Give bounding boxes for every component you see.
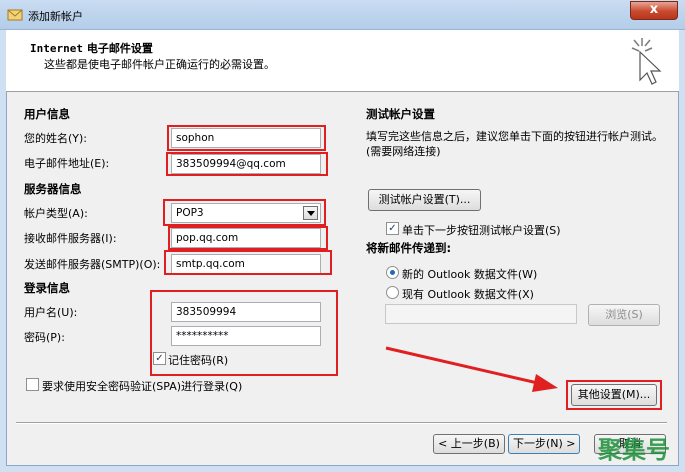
server-info-heading: 服务器信息 xyxy=(24,182,82,196)
footer-divider xyxy=(16,422,667,424)
email-highlight xyxy=(166,152,328,176)
more-settings-highlight xyxy=(566,380,662,410)
cursor-sparkle-icon xyxy=(626,36,666,86)
name-label: 您的姓名(Y): xyxy=(24,132,88,145)
title-bar xyxy=(0,0,685,30)
back-button[interactable]: < 上一步(B) xyxy=(433,434,505,454)
header-title: Internet 电子邮件设置 xyxy=(30,40,153,56)
account-type-highlight xyxy=(163,199,326,226)
outgoing-server-label: 发送邮件服务器(SMTP)(O): xyxy=(24,258,161,271)
existing-data-file-radio[interactable] xyxy=(386,286,399,299)
spa-checkbox[interactable] xyxy=(26,378,39,391)
auto-test-checkbox[interactable]: ✓ xyxy=(386,222,399,235)
name-highlight xyxy=(167,125,326,151)
next-button[interactable]: 下一步(N) > xyxy=(508,434,580,454)
mail-app-icon xyxy=(7,7,23,23)
incoming-server-highlight xyxy=(168,226,328,250)
header-title-cn: 电子邮件设置 xyxy=(82,42,153,55)
new-data-file-label: 新的 Outlook 数据文件(W) xyxy=(402,268,538,281)
incoming-server-label: 接收邮件服务器(I): xyxy=(24,232,117,245)
watermark-logo: 聚集号 xyxy=(598,436,670,464)
username-label: 用户名(U): xyxy=(24,306,78,319)
email-label: 电子邮件地址(E): xyxy=(24,157,110,170)
auto-test-label: 单击下一步按钮测试帐户设置(S) xyxy=(402,224,561,237)
existing-data-file-path xyxy=(385,304,577,324)
header-title-en: Internet xyxy=(30,42,83,55)
close-button[interactable]: x xyxy=(630,1,678,20)
browse-button[interactable]: 浏览(S) xyxy=(588,304,660,326)
account-type-label: 帐户类型(A): xyxy=(24,207,88,220)
login-info-heading: 登录信息 xyxy=(24,281,70,295)
login-info-highlight xyxy=(150,290,338,376)
outgoing-server-highlight xyxy=(164,250,332,275)
annotation-arrow-icon xyxy=(385,346,558,392)
password-label: 密码(P): xyxy=(24,331,65,344)
existing-data-file-label: 现有 Outlook 数据文件(X) xyxy=(402,288,534,301)
test-settings-heading: 测试帐户设置 xyxy=(366,107,435,121)
new-data-file-radio[interactable] xyxy=(386,266,399,279)
user-info-heading: 用户信息 xyxy=(24,107,70,121)
header-subtitle: 这些都是使电子邮件帐户正确运行的必需设置。 xyxy=(44,58,275,71)
test-account-button[interactable]: 测试帐户设置(T)... xyxy=(368,189,481,211)
spa-label: 要求使用安全密码验证(SPA)进行登录(Q) xyxy=(42,380,243,393)
window-title: 添加新帐户 xyxy=(28,10,83,23)
deliver-to-heading: 将新邮件传递到: xyxy=(366,241,452,255)
test-settings-description: 填写完这些信息之后，建议您单击下面的按钮进行帐户测试。(需要网络连接) xyxy=(366,130,663,158)
